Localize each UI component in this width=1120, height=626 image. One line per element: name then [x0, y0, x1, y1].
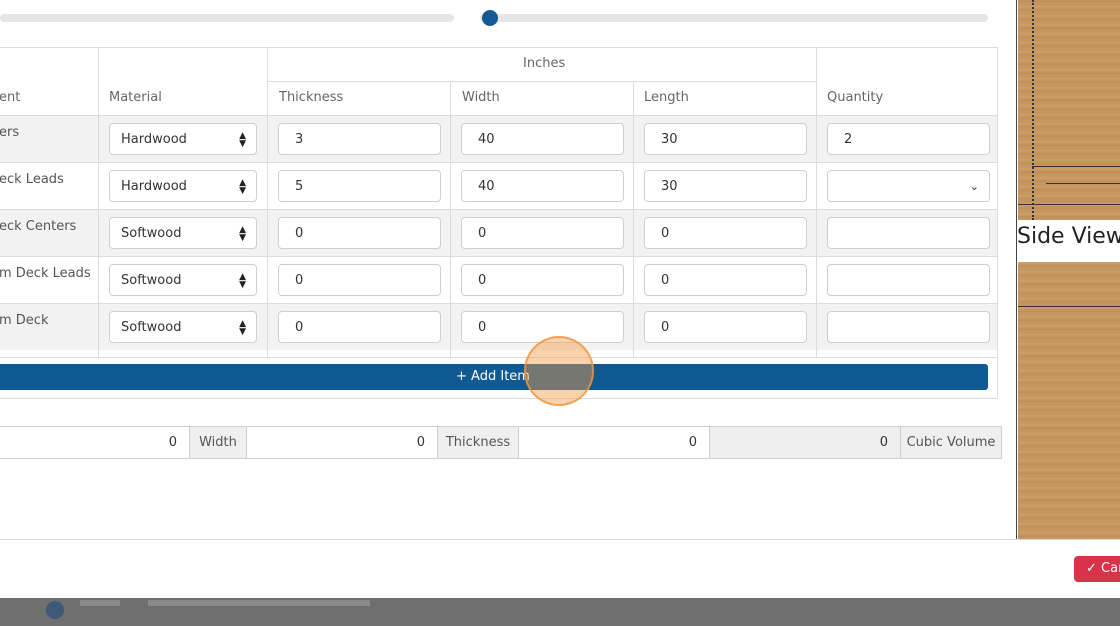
updown-icon: ▲ ▼	[239, 225, 246, 243]
components-table: Inches ent Material Thickness Width Leng…	[0, 47, 998, 399]
group-header-inches: Inches	[523, 56, 566, 71]
thickness-input[interactable]: 0	[278, 264, 441, 296]
row-label: m Deck Leads	[0, 266, 91, 281]
slider-track-right[interactable]	[480, 14, 988, 22]
quantity-select[interactable]: ⌄	[827, 170, 990, 202]
material-select[interactable]: Softwood ▲ ▼	[109, 264, 257, 296]
width-input[interactable]: 40	[461, 170, 624, 202]
width-total-value: 0	[246, 426, 438, 459]
chevron-down-icon: ⌄	[969, 180, 979, 193]
length-input[interactable]: 30	[644, 123, 807, 155]
top-view-diagram	[1018, 0, 1120, 220]
diagram-panel	[1016, 0, 1120, 539]
width-input[interactable]: 40	[461, 123, 624, 155]
add-item-button[interactable]: + Add Item	[0, 364, 988, 390]
width-input[interactable]: 0	[461, 311, 624, 343]
updown-icon: ▲ ▼	[239, 131, 246, 149]
slider-track-left[interactable]	[0, 14, 454, 22]
cubic-volume-label: Cubic Volume	[900, 426, 1002, 459]
length-input[interactable]: 0	[644, 264, 807, 296]
quantity-input[interactable]	[827, 264, 990, 296]
side-view-label: Side View	[1017, 224, 1120, 249]
material-select[interactable]: Hardwood ▲ ▼	[109, 123, 257, 155]
thickness-total-label: Thickness	[437, 426, 519, 459]
row-label: eck Leads	[0, 172, 64, 187]
row-label: eck Centers	[0, 219, 77, 234]
thickness-input[interactable]: 5	[278, 170, 441, 202]
thickness-total-value: 0	[518, 426, 710, 459]
updown-icon: ▲ ▼	[239, 319, 246, 337]
confirm-button[interactable]: ✓ Car	[1074, 556, 1120, 582]
thickness-input[interactable]: 3	[278, 123, 441, 155]
header-length: Length	[644, 90, 689, 105]
material-value: Hardwood	[121, 132, 187, 147]
click-indicator	[524, 336, 594, 406]
length-input[interactable]: 0	[644, 311, 807, 343]
material-value: Softwood	[121, 273, 182, 288]
width-input[interactable]: 0	[461, 217, 624, 249]
updown-icon: ▲ ▼	[239, 178, 246, 196]
quantity-input[interactable]	[827, 217, 990, 249]
material-value: Softwood	[121, 320, 182, 335]
header-thickness: Thickness	[279, 90, 344, 105]
length-total-value: 0	[0, 426, 190, 459]
side-view-diagram	[1018, 262, 1120, 539]
length-input[interactable]: 0	[644, 217, 807, 249]
material-value: Hardwood	[121, 179, 187, 194]
width-total-label: Width	[189, 426, 247, 459]
row-label: ers	[0, 125, 20, 140]
thickness-input[interactable]: 0	[278, 217, 441, 249]
length-input[interactable]: 30	[644, 170, 807, 202]
material-select[interactable]: Softwood ▲ ▼	[109, 217, 257, 249]
material-value: Softwood	[121, 226, 182, 241]
header-quantity: Quantity	[827, 90, 884, 105]
quantity-input[interactable]: 2	[827, 123, 990, 155]
header-material: Material	[109, 90, 162, 105]
background-icon	[46, 601, 64, 619]
updown-icon: ▲ ▼	[239, 272, 246, 290]
width-input[interactable]: 0	[461, 264, 624, 296]
thickness-input[interactable]: 0	[278, 311, 441, 343]
cubic-volume-value: 0	[709, 426, 901, 459]
row-label: m Deck	[0, 313, 49, 328]
header-width: Width	[462, 90, 500, 105]
slider-handle[interactable]	[482, 10, 498, 26]
header-component: ent	[0, 90, 21, 105]
quantity-input[interactable]	[827, 311, 990, 343]
material-select[interactable]: Hardwood ▲ ▼	[109, 170, 257, 202]
material-select[interactable]: Softwood ▲ ▼	[109, 311, 257, 343]
